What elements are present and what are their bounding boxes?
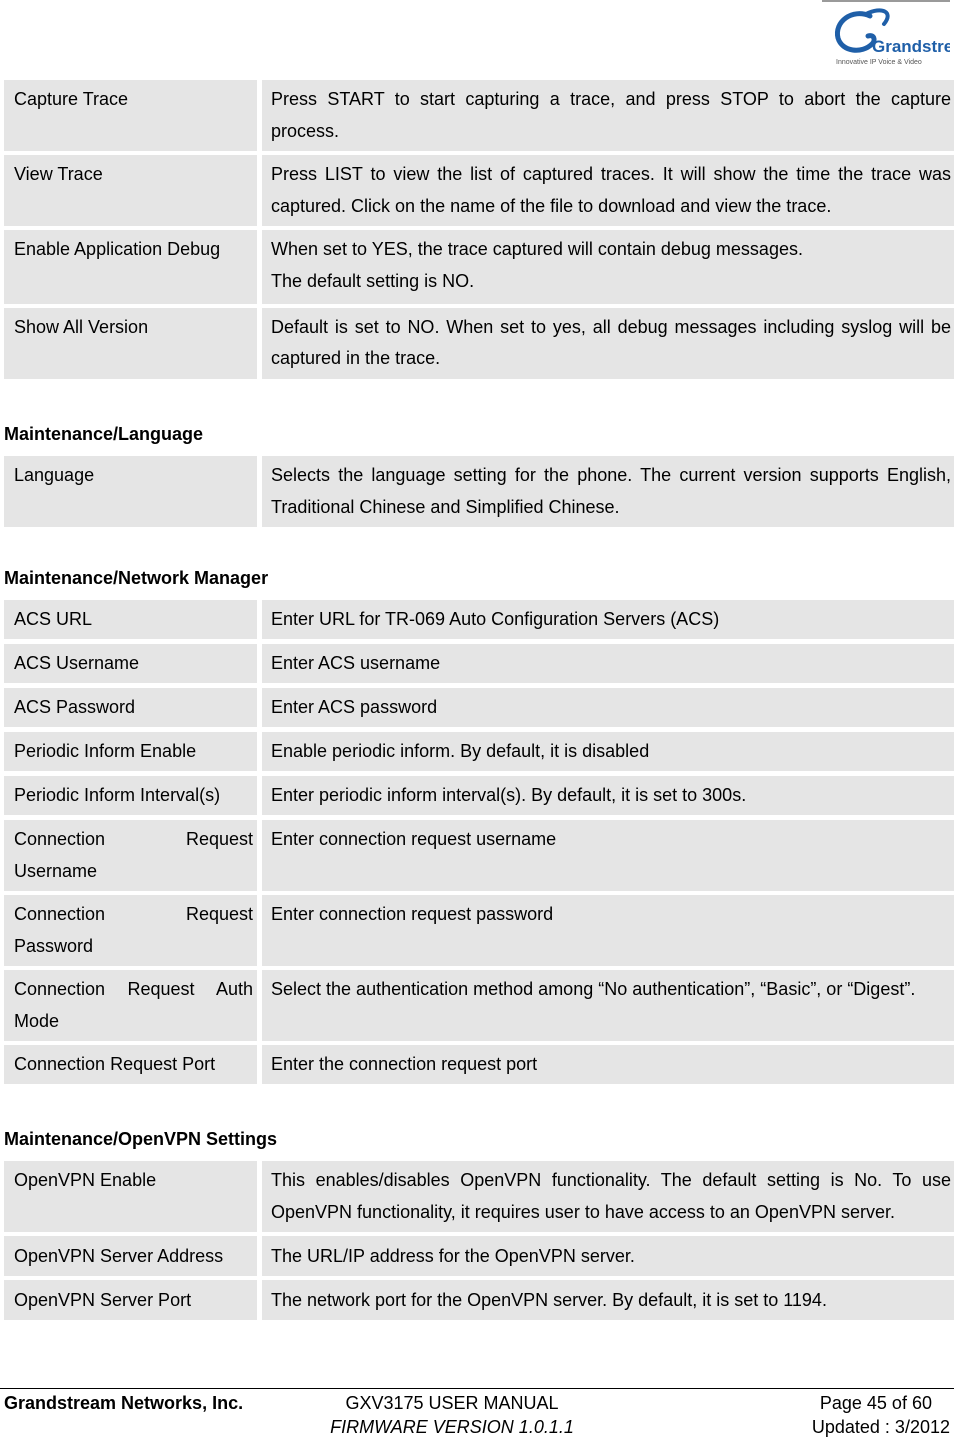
param-desc: Selects the language setting for the pho…	[262, 456, 954, 527]
param-name: Connection Request Username	[4, 820, 257, 891]
table-row: Connection Request Username Enter connec…	[4, 820, 954, 891]
param-name: Capture Trace	[4, 80, 257, 151]
param-name: Show All Version	[4, 307, 257, 379]
param-name: Language	[4, 456, 257, 527]
param-desc-default: The default setting is NO.	[271, 270, 475, 291]
param-name: ACS Username	[4, 644, 257, 683]
debug-table: Capture Trace Press START to start captu…	[4, 80, 954, 379]
param-desc: Press LIST to view the list of captured …	[262, 155, 954, 226]
param-desc: The network port for the OpenVPN server.…	[262, 1280, 954, 1320]
table-row: OpenVPN Server Address The URL/IP addres…	[4, 1236, 954, 1276]
param-name: OpenVPN Server Address	[4, 1236, 257, 1276]
table-row: Connection Request Password Enter connec…	[4, 895, 954, 966]
table-row: Connection Request Auth Mode Select the …	[4, 970, 954, 1041]
param-desc: Enter connection request password	[262, 895, 954, 966]
param-desc: The URL/IP address for the OpenVPN serve…	[262, 1236, 954, 1276]
table-row: View Trace Press LIST to view the list o…	[4, 155, 954, 226]
param-name: Periodic Inform Enable	[4, 732, 257, 771]
param-name: ACS URL	[4, 600, 257, 639]
param-desc: Enter periodic inform interval(s). By de…	[262, 776, 954, 815]
table-row: Periodic Inform Enable Enable periodic i…	[4, 732, 954, 771]
footer-page-info: Page 45 of 60 Updated : 3/2012	[812, 1391, 950, 1439]
param-name: OpenVPN Server Port	[4, 1280, 257, 1320]
footer-manual-info: GXV3175 USER MANUAL FIRMWARE VERSION 1.0…	[0, 1391, 904, 1439]
grandstream-logo: Grandstream Innovative IP Voice & Video	[822, 0, 950, 74]
param-desc: Enter URL for TR-069 Auto Configuration …	[262, 600, 954, 639]
network-manager-table: ACS URL Enter URL for TR-069 Auto Config…	[4, 600, 954, 1084]
table-row: Periodic Inform Interval(s) Enter period…	[4, 776, 954, 815]
param-name: OpenVPN Enable	[4, 1161, 257, 1232]
param-desc: Default is set to NO. When set to yes, a…	[262, 307, 954, 379]
param-desc: Enter ACS username	[262, 644, 954, 683]
footer-updated-date: Updated : 3/2012	[811, 1417, 950, 1437]
footer-page-number: Page 45 of 60	[819, 1393, 932, 1413]
param-desc: Press START to start capturing a trace, …	[262, 80, 954, 151]
param-name: Enable Application Debug	[4, 230, 257, 304]
table-row: ACS Username Enter ACS username	[4, 644, 954, 683]
logo-wordmark: Grandstream	[872, 37, 950, 56]
param-name: Connection Request Password	[4, 895, 257, 966]
table-row: ACS Password Enter ACS password	[4, 688, 954, 727]
param-desc: When set to YES, the trace captured will…	[262, 230, 954, 304]
table-row: Show All Version Default is set to NO. W…	[4, 307, 954, 379]
section-title-openvpn: Maintenance/OpenVPN Settings	[4, 1129, 278, 1149]
footer-firmware-version: FIRMWARE VERSION 1.0.1.1	[330, 1417, 574, 1437]
table-row: Enable Application Debug When set to YES…	[4, 230, 954, 304]
table-row: ACS URL Enter URL for TR-069 Auto Config…	[4, 600, 954, 639]
section-title-language: Maintenance/Language	[4, 424, 204, 444]
param-desc: Enable periodic inform. By default, it i…	[262, 732, 954, 771]
table-row: Capture Trace Press START to start captu…	[4, 80, 954, 151]
table-row: Connection Request Port Enter the connec…	[4, 1045, 954, 1084]
table-row: OpenVPN Enable This enables/disables Ope…	[4, 1161, 954, 1232]
logo-tagline: Innovative IP Voice & Video	[836, 59, 922, 66]
logo-mark-icon: Grandstream Innovative IP Voice & Video	[834, 8, 950, 66]
param-desc: Enter connection request username	[262, 820, 954, 891]
footer-manual-title: GXV3175 USER MANUAL	[345, 1393, 559, 1413]
openvpn-table: OpenVPN Enable This enables/disables Ope…	[4, 1161, 954, 1320]
param-name: Connection Request Auth Mode	[4, 970, 257, 1041]
table-row: Language Selects the language setting fo…	[4, 456, 954, 527]
param-desc: Select the authentication method among “…	[262, 970, 954, 1041]
table-row: OpenVPN Server Port The network port for…	[4, 1280, 954, 1320]
param-desc: Enter the connection request port	[262, 1045, 954, 1084]
footer-divider	[0, 1388, 954, 1389]
param-desc: Enter ACS password	[262, 688, 954, 727]
param-name: Connection Request Port	[4, 1045, 257, 1084]
param-name: Periodic Inform Interval(s)	[4, 776, 257, 815]
language-table: Language Selects the language setting fo…	[4, 456, 954, 527]
param-name: View Trace	[4, 155, 257, 226]
param-name: ACS Password	[4, 688, 257, 727]
section-title-network-manager: Maintenance/Network Manager	[4, 568, 269, 588]
param-desc: This enables/disables OpenVPN functional…	[262, 1161, 954, 1232]
